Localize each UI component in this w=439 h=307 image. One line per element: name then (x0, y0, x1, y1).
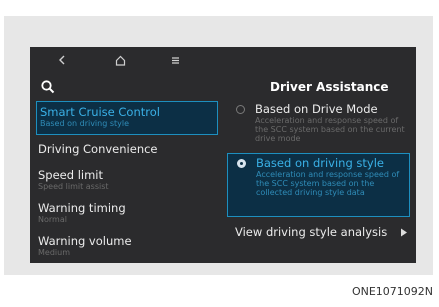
option-based-on-drive-mode[interactable]: Based on Drive Mode Acceleration and res… (227, 102, 410, 144)
view-driving-style-analysis-link[interactable]: View driving style analysis (235, 225, 387, 239)
menu-icon (171, 56, 179, 64)
home-icon (115, 55, 125, 66)
panel-title: Driver Assistance (270, 80, 389, 94)
option-based-on-driving-style[interactable]: Based on driving style Acceleration and … (227, 153, 410, 217)
menu-item-label: Warning timing (38, 201, 126, 215)
menu-item-label: Warning volume (38, 234, 132, 248)
menu-item-value: Normal (38, 215, 67, 224)
radio-off-icon (236, 105, 245, 114)
option-description: Acceleration and response speed of the S… (256, 170, 400, 197)
menu-item-label: Driving Convenience (38, 142, 158, 156)
menu-item-value: Based on driving style (40, 119, 130, 128)
search-button[interactable] (38, 77, 58, 97)
back-button[interactable] (52, 51, 72, 69)
menu-item-driving-convenience[interactable]: Driving Convenience (38, 142, 216, 156)
menu-item-value: Medium (38, 248, 70, 257)
option-title: Based on Drive Mode (255, 102, 378, 116)
option-title: Based on driving style (256, 156, 384, 170)
menu-item-smart-cruise-control[interactable]: Smart Cruise Control Based on driving st… (36, 101, 218, 135)
menu-item-label: Smart Cruise Control (40, 105, 160, 119)
menu-button[interactable] (165, 51, 185, 69)
figure-code: ONE1071092N (351, 285, 433, 298)
radio-on-icon (237, 159, 246, 168)
play-arrow-icon (401, 228, 407, 237)
search-icon (41, 80, 55, 94)
menu-item-warning-timing[interactable]: Warning timing Normal (38, 201, 216, 224)
menu-item-label: Speed limit (38, 168, 104, 182)
chevron-left-icon (59, 55, 65, 65)
menu-item-warning-volume[interactable]: Warning volume Medium (38, 234, 216, 257)
option-description: Acceleration and response speed of the S… (255, 116, 405, 143)
menu-item-value: Speed limit assist (38, 182, 109, 191)
infotainment-screen: Driver Assistance Smart Cruise Control B… (30, 47, 416, 263)
menu-item-speed-limit[interactable]: Speed limit Speed limit assist (38, 168, 216, 191)
home-button[interactable] (110, 51, 130, 69)
